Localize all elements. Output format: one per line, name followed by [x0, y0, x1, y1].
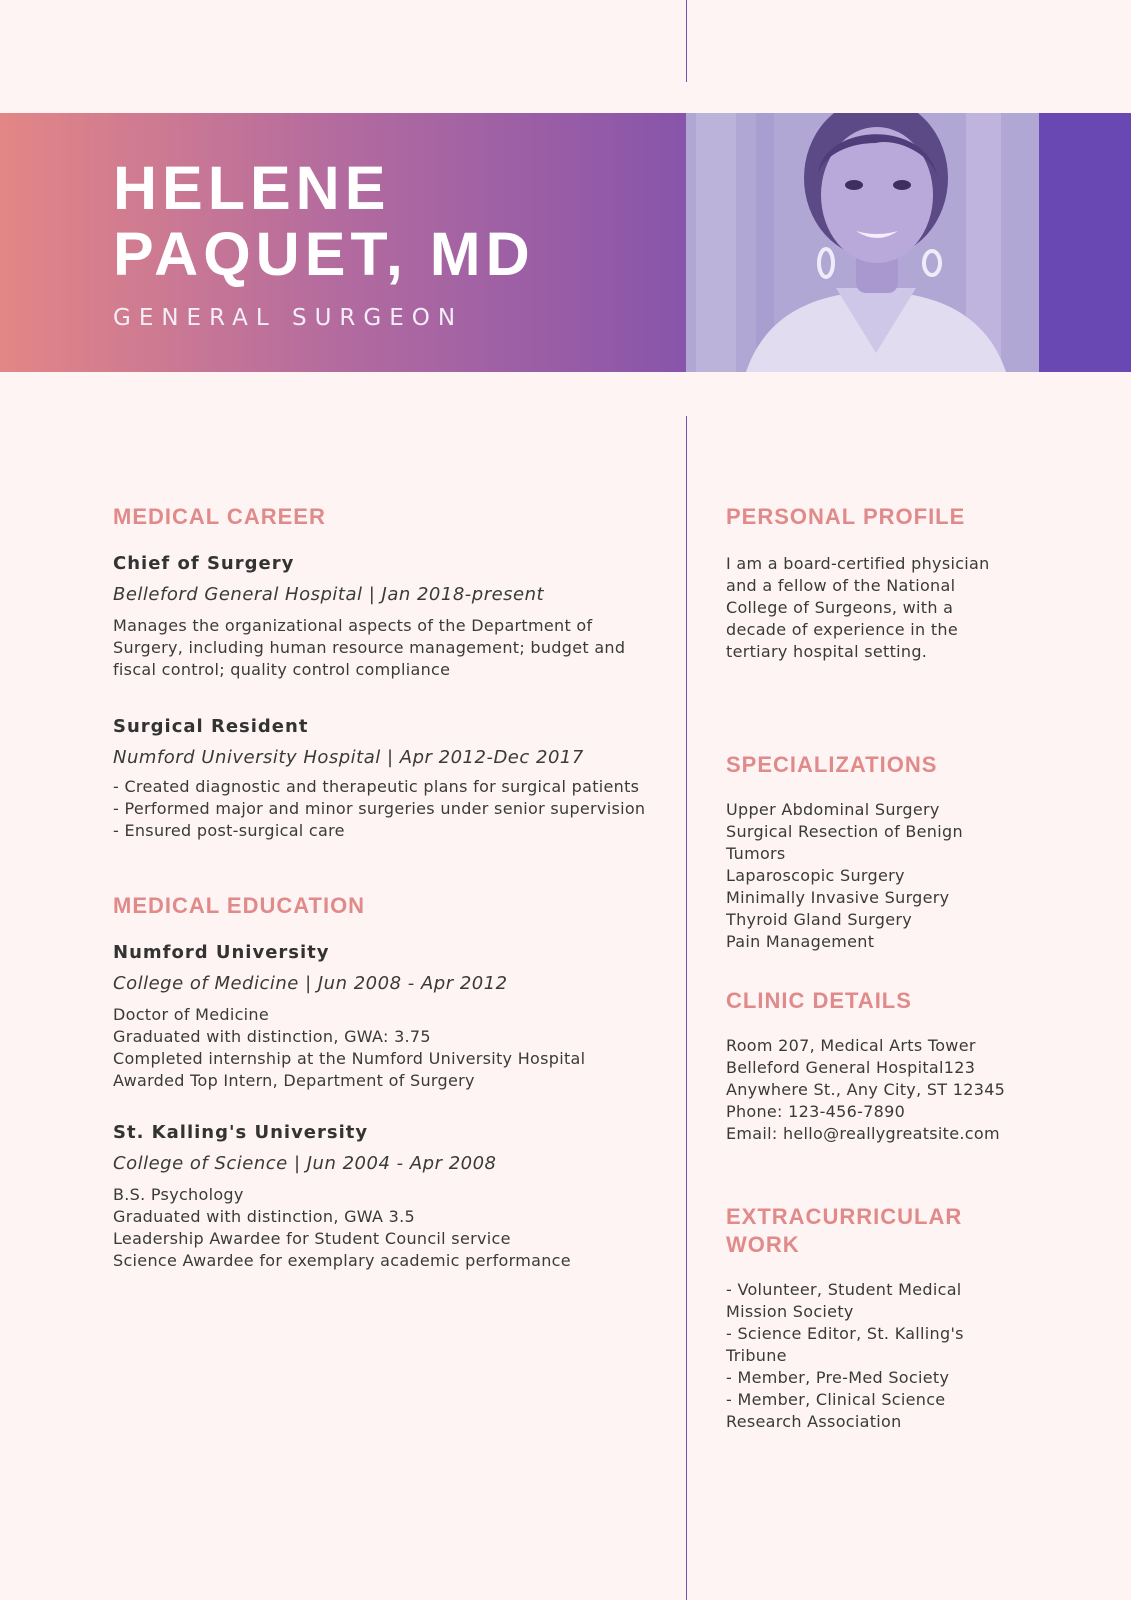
list-item: - Member, Pre-Med Society: [726, 1368, 950, 1387]
name-line-2: PAQUET, MD: [113, 220, 535, 288]
career-entry: Surgical Resident Numford University Hos…: [113, 716, 658, 842]
entry-title: Numford University: [113, 942, 330, 963]
entry-description: B.S. Psychology Graduated with distincti…: [113, 1184, 658, 1272]
text-line: Awarded Top Intern, Department of Surger…: [113, 1071, 475, 1090]
list-item: Tumors: [726, 844, 786, 863]
text-line: Science Awardee for exemplary academic p…: [113, 1251, 571, 1270]
entry-title: Surgical Resident: [113, 716, 309, 737]
section-title-clinic: CLINIC DETAILS: [726, 988, 912, 1013]
text-line: Graduated with distinction, GWA 3.5: [113, 1207, 416, 1226]
name-line-1: HELENE: [113, 154, 391, 222]
text-line: - Ensured post-surgical care: [113, 821, 345, 840]
text-line: fiscal control; quality control complian…: [113, 660, 451, 679]
candidate-name: HELENE PAQUET, MD: [113, 155, 535, 287]
text-line: Doctor of Medicine: [113, 1005, 270, 1024]
entry-description: - Created diagnostic and therapeutic pla…: [113, 776, 658, 842]
list-item: Surgical Resection of Benign: [726, 822, 963, 841]
list-item: Laparoscopic Surgery: [726, 866, 905, 885]
right-column: PERSONAL PROFILE I am a board-certified …: [726, 503, 1026, 1433]
section-title-profile: PERSONAL PROFILE: [726, 504, 966, 529]
entry-title: St. Kalling's University: [113, 1122, 369, 1143]
text-line: I am a board-certified physician: [726, 554, 990, 573]
entry-description: Manages the organizational aspects of th…: [113, 615, 658, 681]
section-title-extracurricular: EXTRACURRICULAR WORK: [726, 1203, 1026, 1259]
entry-subtitle: Belleford General Hospital | Jan 2018-pr…: [113, 584, 545, 605]
list-item: Tribune: [726, 1346, 787, 1365]
text-line: Belleford General Hospital123: [726, 1058, 976, 1077]
title-line: EXTRACURRICULAR: [726, 1204, 963, 1229]
text-line: Graduated with distinction, GWA: 3.75: [113, 1027, 431, 1046]
text-line: - Created diagnostic and therapeutic pla…: [113, 777, 640, 796]
extracurricular-list: - Volunteer, Student Medical Mission Soc…: [726, 1279, 1026, 1433]
education-entry: St. Kalling's University College of Scie…: [113, 1122, 658, 1272]
list-item: - Volunteer, Student Medical: [726, 1280, 962, 1299]
text-line: Room 207, Medical Arts Tower: [726, 1036, 976, 1055]
profile-text: I am a board-certified physician and a f…: [726, 553, 1026, 663]
text-line: College of Surgeons, with a: [726, 598, 954, 617]
section-title-education: MEDICAL EDUCATION: [113, 893, 366, 918]
text-line: - Performed major and minor surgeries un…: [113, 799, 646, 818]
text-line: Phone: 123-456-7890: [726, 1102, 906, 1121]
title-line: WORK: [726, 1232, 800, 1257]
text-line: Anywhere St., Any City, ST 12345: [726, 1080, 1006, 1099]
text-line: tertiary hospital setting.: [726, 642, 928, 661]
specializations-list: Upper Abdominal Surgery Surgical Resecti…: [726, 799, 1026, 953]
entry-subtitle: Numford University Hospital | Apr 2012-D…: [113, 747, 584, 768]
text-line: and a fellow of the National: [726, 576, 956, 595]
text-line: Manages the organizational aspects of th…: [113, 616, 593, 635]
text-line: Email: hello@reallygreatsite.com: [726, 1124, 1000, 1143]
divider-top: [686, 0, 687, 82]
text-line: decade of experience in the: [726, 620, 958, 639]
text-line: Completed internship at the Numford Univ…: [113, 1049, 586, 1068]
text-line: B.S. Psychology: [113, 1185, 244, 1204]
section-title-specializations: SPECIALIZATIONS: [726, 752, 938, 777]
career-entry: Chief of Surgery Belleford General Hospi…: [113, 553, 658, 681]
column-divider: [686, 416, 687, 1600]
entry-subtitle: College of Science | Jun 2004 - Apr 2008: [113, 1153, 497, 1174]
list-item: Upper Abdominal Surgery: [726, 800, 940, 819]
entry-title: Chief of Surgery: [113, 553, 295, 574]
header-banner: HELENE PAQUET, MD GENERAL SURGEON: [0, 113, 1131, 372]
list-item: Pain Management: [726, 932, 875, 951]
section-title-career: MEDICAL CAREER: [113, 504, 326, 529]
list-item: Thyroid Gland Surgery: [726, 910, 913, 929]
clinic-details: Room 207, Medical Arts Tower Belleford G…: [726, 1035, 1026, 1145]
list-item: Mission Society: [726, 1302, 854, 1321]
text-line: Leadership Awardee for Student Council s…: [113, 1229, 511, 1248]
list-item: - Science Editor, St. Kalling's: [726, 1324, 964, 1343]
list-item: Minimally Invasive Surgery: [726, 888, 950, 907]
portrait-illustration: [686, 113, 1039, 372]
education-entry: Numford University College of Medicine |…: [113, 942, 658, 1092]
job-role: GENERAL SURGEON: [113, 305, 464, 331]
profile-photo: [686, 113, 1039, 372]
text-line: Surgery, including human resource manage…: [113, 638, 626, 657]
entry-subtitle: College of Medicine | Jun 2008 - Apr 201…: [113, 973, 508, 994]
list-item: - Member, Clinical Science: [726, 1390, 946, 1409]
banner-accent: [1039, 113, 1131, 372]
list-item: Research Association: [726, 1412, 902, 1431]
entry-description: Doctor of Medicine Graduated with distin…: [113, 1004, 658, 1092]
left-column: MEDICAL CAREER Chief of Surgery Bellefor…: [113, 503, 658, 1272]
